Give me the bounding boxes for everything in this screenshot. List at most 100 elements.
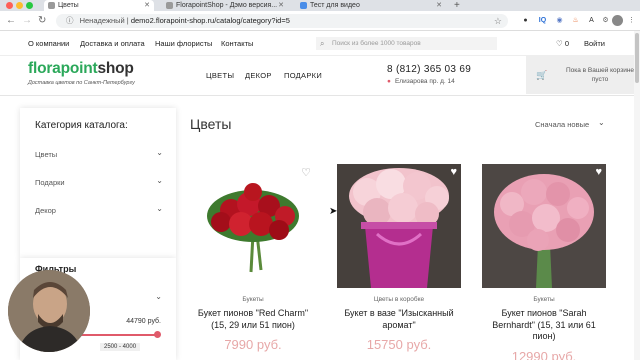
login-link[interactable]: Войти — [584, 39, 605, 48]
address-bar[interactable]: ⓘ Ненадежный | demo2.florapoint-shop.ru/… — [56, 14, 508, 28]
main-nav-flowers[interactable]: ЦВЕТЫ — [206, 71, 234, 80]
store-address: ● Елизарова пр. д. 14 — [387, 78, 455, 85]
product-card[interactable]: ♡ Букеты Букет пионов "Red Charm" (15, 2… — [191, 164, 315, 352]
chevron-down-icon: ⌄ — [156, 204, 163, 213]
main-nav-decor[interactable]: ДЕКОР — [245, 71, 272, 80]
product-category: Букеты — [533, 296, 555, 303]
chevron-down-icon: ⌄ — [156, 148, 163, 157]
location-pin-icon: ● — [387, 78, 391, 85]
info-icon[interactable]: ⓘ — [66, 16, 74, 25]
security-label: Ненадежный — [79, 16, 125, 25]
nav-link-florists[interactable]: Наши флористы — [155, 39, 212, 48]
reload-icon[interactable]: ↻ — [38, 14, 46, 28]
tab-label: FlorapointShop - Дэмо версия... — [176, 2, 278, 9]
site-tagline: Доставка цветов по Санкт-Петербургу — [28, 80, 135, 86]
browser-toolbar: ← → ↻ ⓘ Ненадежный | demo2.florapoint-sh… — [0, 11, 640, 31]
address-text: Елизарова пр. д. 14 — [394, 78, 455, 85]
category-sidebar: Категория каталога: Цветы ⌄ Подарки ⌄ Де… — [20, 108, 176, 258]
product-name[interactable]: Букет в вазе "Изысканный аромат" — [337, 308, 461, 331]
url-text: demo2.florapoint-shop.ru/catalog/categor… — [130, 16, 290, 25]
extension-iq-icon[interactable]: IQ — [537, 15, 548, 26]
extension-circle-icon[interactable]: ◉ — [554, 15, 565, 26]
nav-link-delivery[interactable]: Доставка и оплата — [80, 39, 145, 48]
browser-tab-bar: Цветы ✕ FlorapointShop - Дэмо версия... … — [0, 0, 640, 11]
browser-tab-3[interactable]: Тест для видео ✕ — [296, 0, 446, 11]
menu-icon[interactable]: ⋮ — [626, 15, 637, 26]
maximize-window-icon[interactable] — [26, 2, 33, 9]
favorite-heart-icon[interactable]: ♡ — [301, 166, 311, 179]
page-title: Цветы — [190, 116, 232, 132]
new-tab-button[interactable]: + — [454, 0, 460, 11]
star-icon[interactable]: ☆ — [494, 14, 502, 28]
product-image[interactable]: ♥ — [337, 164, 461, 288]
bouquet-sarah-bernhardt-image — [482, 164, 606, 288]
extension-user-icon[interactable]: ● — [520, 15, 531, 26]
close-window-icon[interactable] — [6, 2, 13, 9]
price-range-slider[interactable] — [80, 331, 161, 338]
product-image[interactable]: ♡ — [191, 164, 315, 288]
product-card[interactable]: ♥ Букеты Букет пионов "Sarah Bernhardt" … — [482, 164, 606, 360]
forward-icon[interactable]: → — [22, 14, 32, 28]
page-favicon — [48, 2, 55, 9]
webcam-overlay — [8, 270, 90, 352]
sidebar-item-label: Подарки — [35, 178, 65, 187]
slider-handle[interactable] — [154, 331, 161, 338]
close-tab-icon[interactable]: ✕ — [278, 0, 284, 11]
bouquet-red-peonies-image — [207, 183, 299, 273]
profile-avatar[interactable] — [612, 15, 623, 26]
header-divider — [0, 95, 640, 96]
main-nav-gifts[interactable]: ПОДАРКИ — [284, 71, 322, 80]
extension-puzzle-icon[interactable]: ⚙ — [600, 15, 611, 26]
price-range-tooltip: 2500 - 4000 — [100, 343, 141, 351]
extension-a-icon[interactable]: A — [586, 15, 597, 26]
sidebar-item-decor[interactable]: Декор ⌄ — [35, 204, 163, 215]
favorites-count: 0 — [564, 39, 569, 48]
product-card[interactable]: ♥ Цветы в коробке Букет в вазе "Изысканн… — [337, 164, 461, 352]
sidebar-item-label: Декор — [35, 206, 56, 215]
site-logo[interactable]: florapointshop — [28, 60, 134, 78]
close-tab-icon[interactable]: ✕ — [144, 0, 150, 11]
sidebar-title: Категория каталога: — [35, 120, 128, 131]
mouse-cursor-icon: ➤ — [329, 206, 338, 217]
cart-button[interactable]: 🛒 Пока в Вашей корзине пусто — [526, 56, 640, 94]
minimize-window-icon[interactable] — [16, 2, 23, 9]
product-image[interactable]: ♥ — [482, 164, 606, 288]
back-icon[interactable]: ← — [6, 14, 16, 28]
product-price: 15750 руб. — [366, 337, 432, 352]
search-input[interactable]: ⌕ Поиск из более 1000 товаров — [316, 37, 497, 50]
heart-icon: ♡ — [556, 39, 563, 48]
tab-label: Тест для видео — [310, 2, 360, 9]
nav-link-contacts[interactable]: Контакты — [221, 39, 253, 48]
browser-tab-2[interactable]: FlorapointShop - Дэмо версия... ✕ — [162, 0, 288, 11]
page-scrollbar[interactable] — [634, 31, 640, 360]
phone-number[interactable]: 8 (812) 365 03 69 — [387, 64, 471, 75]
product-name[interactable]: Букет пионов "Sarah Bernhardt" (15, 31 и… — [482, 308, 606, 343]
product-name[interactable]: Букет пионов "Red Charm" (15, 29 или 51 … — [191, 308, 315, 331]
sidebar-item-flowers[interactable]: Цветы ⌄ — [35, 148, 163, 159]
page-favicon — [166, 2, 173, 9]
sidebar-item-gifts[interactable]: Подарки ⌄ — [35, 176, 163, 187]
presenter-portrait — [8, 270, 90, 352]
vase-pink-peonies-image — [337, 164, 461, 288]
cart-status: Пока в Вашей корзине пусто — [565, 67, 635, 83]
cart-icon: 🛒 — [536, 70, 548, 80]
sort-dropdown[interactable]: Сначала новые — [535, 120, 589, 129]
browser-tab-1[interactable]: Цветы ✕ — [44, 0, 154, 11]
price-max-value: 44790 руб. — [126, 318, 161, 325]
product-category: Цветы в коробке — [373, 296, 425, 303]
logo-part-shop: shop — [97, 60, 134, 77]
search-icon: ⌕ — [320, 39, 325, 48]
close-tab-icon[interactable]: ✕ — [436, 0, 442, 11]
extension-flame-icon[interactable]: ♨ — [570, 15, 581, 26]
scrollbar-thumb[interactable] — [635, 33, 639, 83]
favorite-heart-icon[interactable]: ♥ — [450, 166, 457, 178]
logo-part-florapoint: florapoint — [28, 60, 98, 77]
tab-label: Цветы — [58, 2, 79, 9]
favorite-heart-icon[interactable]: ♥ — [595, 166, 602, 178]
favorites-link[interactable]: ♡ 0 — [556, 39, 569, 48]
page-favicon — [300, 2, 307, 9]
product-price: 7990 руб. — [224, 337, 282, 352]
chevron-down-icon[interactable]: ⌄ — [155, 292, 162, 301]
chevron-down-icon[interactable]: ⌄ — [598, 118, 605, 127]
nav-link-about[interactable]: О компании — [28, 39, 69, 48]
